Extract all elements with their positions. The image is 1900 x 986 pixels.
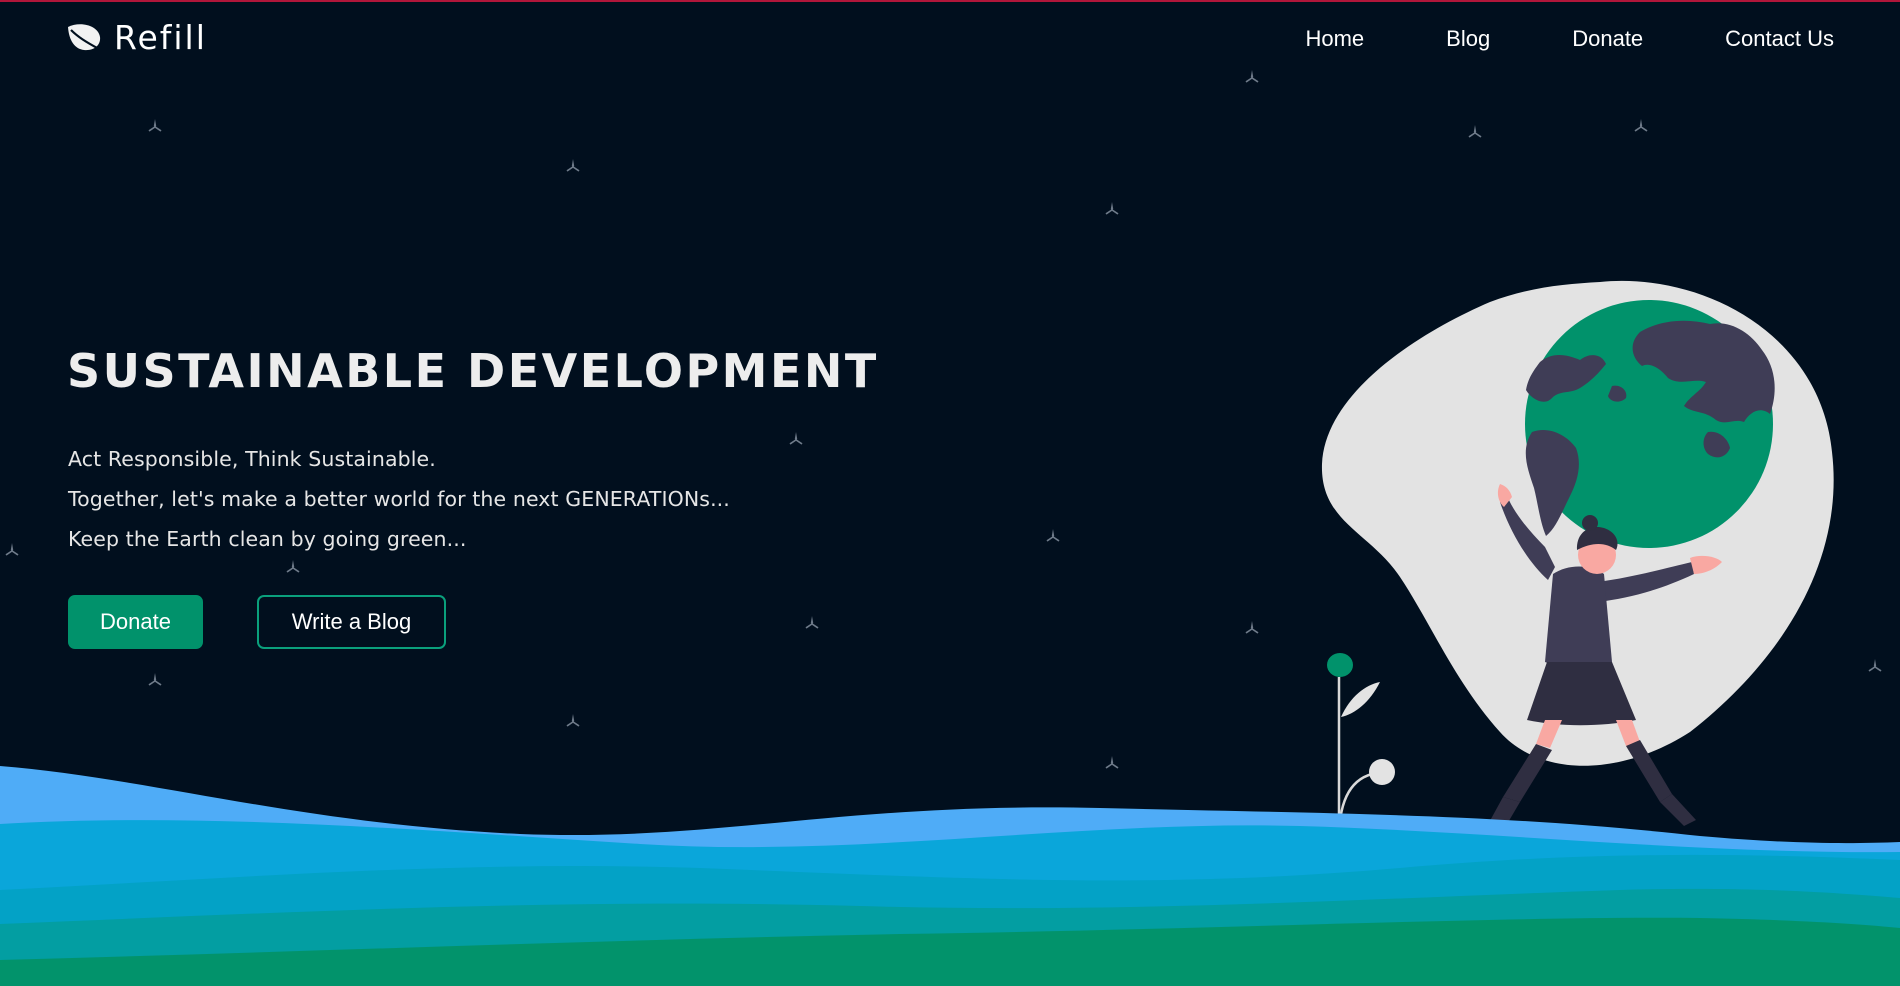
ground-waves	[0, 766, 1900, 986]
landing-page: Refill Home Blog Donate Contact Us SUSTA…	[0, 0, 1900, 986]
